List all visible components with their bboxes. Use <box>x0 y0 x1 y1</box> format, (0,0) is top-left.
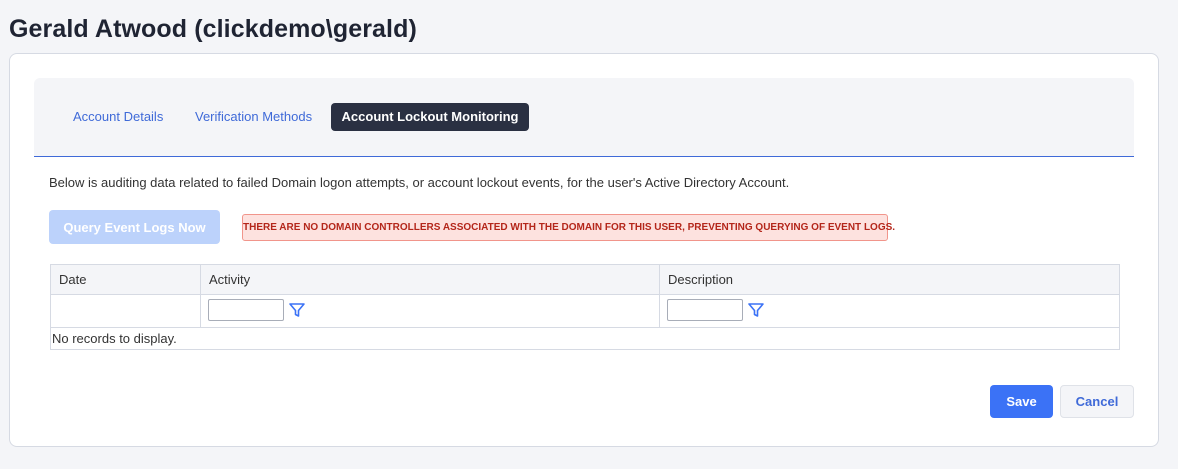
save-button[interactable]: Save <box>990 385 1053 418</box>
no-domain-controllers-alert: THERE ARE NO DOMAIN CONTROLLERS ASSOCIAT… <box>242 214 895 241</box>
page-title: Gerald Atwood (clickdemo\gerald) <box>9 15 417 43</box>
filter-row <box>51 295 1119 328</box>
query-event-logs-button[interactable]: Query Event Logs Now <box>49 210 220 244</box>
description-filter-icon[interactable] <box>747 301 765 319</box>
no-records-message: No records to display. <box>52 331 177 346</box>
cancel-button[interactable]: Cancel <box>1060 385 1134 418</box>
tab-bar: Account Details Verification Methods Acc… <box>34 78 1134 157</box>
description-filter-input[interactable] <box>667 299 743 321</box>
activity-filter-icon[interactable] <box>288 301 306 319</box>
user-card: Account Details Verification Methods Acc… <box>9 53 1159 447</box>
activity-filter-input[interactable] <box>208 299 284 321</box>
event-log-grid: Date Activity Description No records to … <box>50 264 1120 350</box>
tab-account-lockout-monitoring[interactable]: Account Lockout Monitoring <box>331 103 529 131</box>
column-header-date[interactable]: Date <box>51 265 86 295</box>
column-header-activity[interactable]: Activity <box>201 265 250 295</box>
tab-account-details[interactable]: Account Details <box>73 103 163 131</box>
lockout-description: Below is auditing data related to failed… <box>49 175 790 190</box>
tab-verification-methods[interactable]: Verification Methods <box>195 103 312 131</box>
column-header-description[interactable]: Description <box>660 265 733 295</box>
